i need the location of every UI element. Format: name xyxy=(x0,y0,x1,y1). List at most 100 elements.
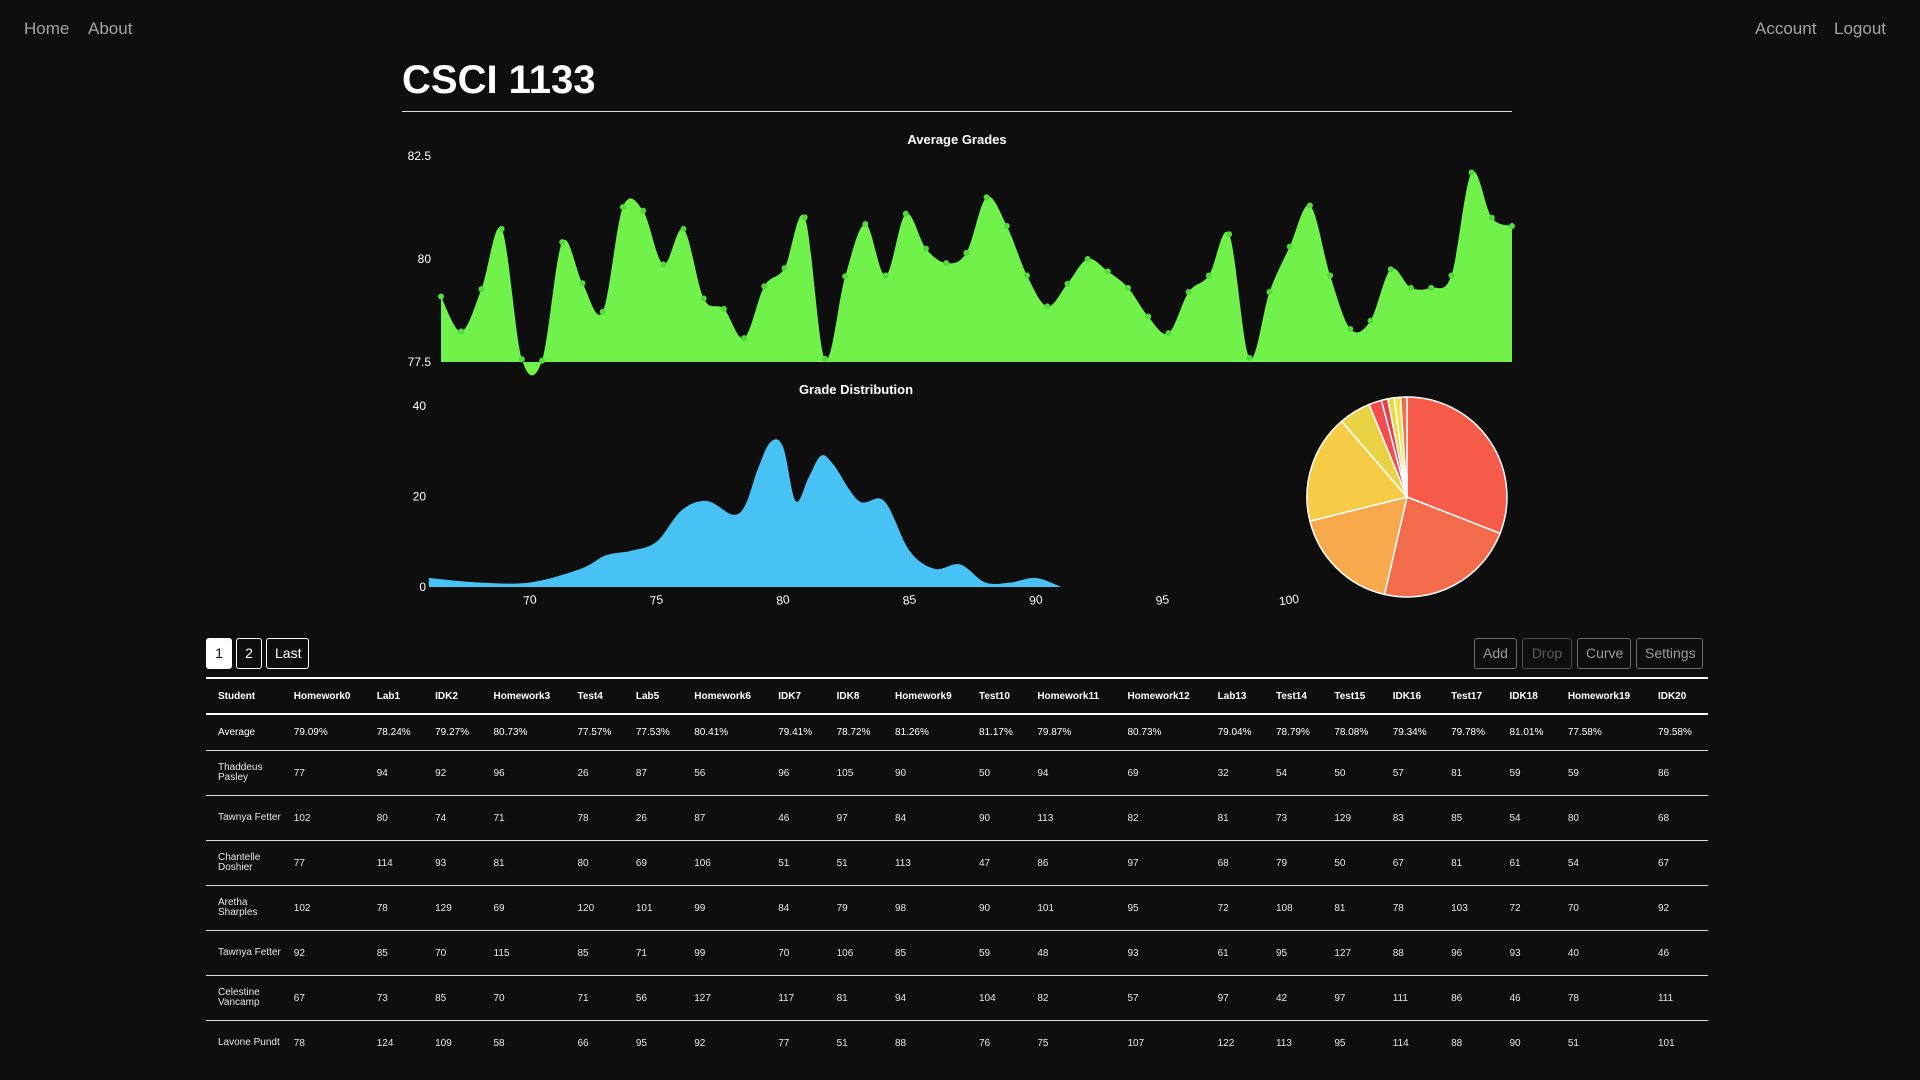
grade-cell[interactable]: 58 xyxy=(481,1020,566,1065)
grade-cell[interactable]: 101 xyxy=(623,885,683,931)
settings-button[interactable]: Settings xyxy=(1636,638,1703,669)
grade-cell[interactable]: 106 xyxy=(824,930,883,976)
column-header[interactable]: Test14 xyxy=(1263,677,1323,715)
grade-cell[interactable]: 46 xyxy=(1497,975,1556,1021)
grade-cell[interactable]: 66 xyxy=(565,1020,624,1065)
grade-cell[interactable]: 117 xyxy=(766,975,825,1021)
grade-cell[interactable]: 85 xyxy=(1439,795,1498,841)
grade-cell[interactable]: 94 xyxy=(1025,750,1116,796)
grade-cell[interactable]: 79 xyxy=(824,885,883,931)
column-header[interactable]: Lab13 xyxy=(1205,677,1264,715)
grade-cell[interactable]: 101 xyxy=(1025,885,1116,931)
grade-cell[interactable]: 92 xyxy=(1645,885,1705,931)
grade-cell[interactable]: 71 xyxy=(565,975,624,1021)
grade-cell[interactable]: 87 xyxy=(623,750,683,796)
grade-cell[interactable]: 97 xyxy=(1322,975,1381,1021)
column-header[interactable]: Homework12 xyxy=(1115,677,1206,715)
column-header[interactable]: Lab5 xyxy=(623,677,683,715)
grade-cell[interactable]: 68 xyxy=(1205,840,1264,886)
grade-cell[interactable]: 98 xyxy=(882,885,967,931)
grade-cell[interactable]: 103 xyxy=(1439,885,1498,931)
grade-cell[interactable]: 70 xyxy=(766,930,825,976)
drop-button[interactable]: Drop xyxy=(1522,638,1572,669)
grade-cell[interactable]: 107 xyxy=(1115,1020,1206,1065)
grade-cell[interactable]: 71 xyxy=(481,795,566,841)
grade-cell[interactable]: 102 xyxy=(281,885,365,931)
column-header[interactable]: Test10 xyxy=(966,677,1026,715)
grade-cell[interactable]: 48 xyxy=(1025,930,1116,976)
grade-cell[interactable]: 88 xyxy=(1380,930,1440,976)
grade-cell[interactable]: 78 xyxy=(281,1020,365,1065)
column-header[interactable]: IDK7 xyxy=(766,677,825,715)
grade-cell[interactable]: 78 xyxy=(1555,975,1646,1021)
grade-cell[interactable]: 124 xyxy=(364,1020,424,1065)
student-name-link[interactable]: Tawnya Fetter xyxy=(206,930,282,976)
grade-cell[interactable]: 67 xyxy=(1645,840,1705,886)
column-header[interactable]: Lab1 xyxy=(364,677,424,715)
grade-cell[interactable]: 80 xyxy=(1555,795,1646,841)
column-header[interactable]: Homework21 xyxy=(1704,677,1708,715)
grade-cell[interactable]: 95 xyxy=(1263,930,1323,976)
column-header[interactable]: IDK16 xyxy=(1380,677,1440,715)
column-header[interactable]: Homework9 xyxy=(882,677,967,715)
grade-cell[interactable]: 105 xyxy=(824,750,883,796)
grade-cell[interactable]: 67 xyxy=(281,975,365,1021)
column-header[interactable]: Homework3 xyxy=(481,677,566,715)
grade-cell[interactable]: 26 xyxy=(623,795,683,841)
grade-cell[interactable]: 56 xyxy=(623,975,683,1021)
grade-cell[interactable]: 67 xyxy=(1380,840,1440,886)
grade-cell[interactable]: 84 xyxy=(882,795,967,841)
grade-cell[interactable]: 69 xyxy=(623,840,683,886)
grade-cell[interactable]: 51 xyxy=(824,1020,883,1065)
grade-cell[interactable]: 69 xyxy=(1115,750,1206,796)
grade-cell[interactable]: 75 xyxy=(1025,1020,1116,1065)
grade-cell[interactable]: 90 xyxy=(1497,1020,1556,1065)
grade-cell[interactable]: 129 xyxy=(423,885,482,931)
grade-cell[interactable]: 114 xyxy=(364,840,424,886)
grade-cell[interactable]: 108 xyxy=(1263,885,1323,931)
grade-cell[interactable]: 114 xyxy=(1380,1020,1440,1065)
grade-cell[interactable]: 80 xyxy=(565,840,624,886)
column-header[interactable]: Homework19 xyxy=(1555,677,1646,715)
column-header[interactable]: Homework11 xyxy=(1025,677,1116,715)
grade-cell[interactable]: 26 xyxy=(565,750,624,796)
grade-cell[interactable]: 54 xyxy=(1263,750,1323,796)
grade-cell[interactable]: 82 xyxy=(1025,975,1116,1021)
column-header[interactable]: IDK18 xyxy=(1497,677,1556,715)
grade-cell[interactable]: 59 xyxy=(1497,750,1556,796)
grade-cell[interactable]: 77 xyxy=(281,750,365,796)
grade-cell[interactable]: 113 xyxy=(882,840,967,886)
grade-cell[interactable]: 96 xyxy=(481,750,566,796)
grade-cell[interactable]: 99 xyxy=(682,930,767,976)
grade-cell[interactable]: 57 xyxy=(1115,975,1206,1021)
grade-cell[interactable]: 69 xyxy=(481,885,566,931)
grade-cell[interactable]: 84 xyxy=(766,885,825,931)
grade-cell[interactable]: 99 xyxy=(682,885,767,931)
student-name-link[interactable]: Aretha Sharples xyxy=(206,885,282,931)
grade-cell[interactable]: 73 xyxy=(1263,795,1323,841)
grade-cell[interactable]: 113 xyxy=(1263,1020,1323,1065)
grade-cell[interactable]: 92 xyxy=(281,930,365,976)
grade-cell[interactable]: 92 xyxy=(423,750,482,796)
grade-cell[interactable]: 50 xyxy=(1322,750,1381,796)
grade-cell[interactable]: 42 xyxy=(1263,975,1323,1021)
page-2-button[interactable]: 2 xyxy=(236,638,262,669)
column-header[interactable]: Test15 xyxy=(1322,677,1381,715)
grade-cell[interactable]: 70 xyxy=(1555,885,1646,931)
grade-cell[interactable]: 95 xyxy=(1115,885,1206,931)
grade-cell[interactable]: 77 xyxy=(281,840,365,886)
grade-cell[interactable]: 94 xyxy=(882,975,967,1021)
grade-cell[interactable]: 85 xyxy=(423,975,482,1021)
curve-button[interactable]: Curve xyxy=(1577,638,1631,669)
student-name-link[interactable]: Tawnya Fetter xyxy=(206,795,282,841)
grade-cell[interactable]: 71 xyxy=(1704,930,1708,976)
grade-cell[interactable]: 88 xyxy=(1439,1020,1498,1065)
grade-cell[interactable]: 101 xyxy=(1645,1020,1705,1065)
grade-cell[interactable]: 85 xyxy=(565,930,624,976)
grade-cell[interactable]: 81 xyxy=(481,840,566,886)
student-name-link[interactable]: Thaddeus Pasley xyxy=(206,750,282,796)
grade-cell[interactable]: 46 xyxy=(766,795,825,841)
grade-cell[interactable]: 56 xyxy=(1704,840,1708,886)
grade-cell[interactable]: 104 xyxy=(966,975,1026,1021)
grade-cell[interactable]: 115 xyxy=(481,930,566,976)
